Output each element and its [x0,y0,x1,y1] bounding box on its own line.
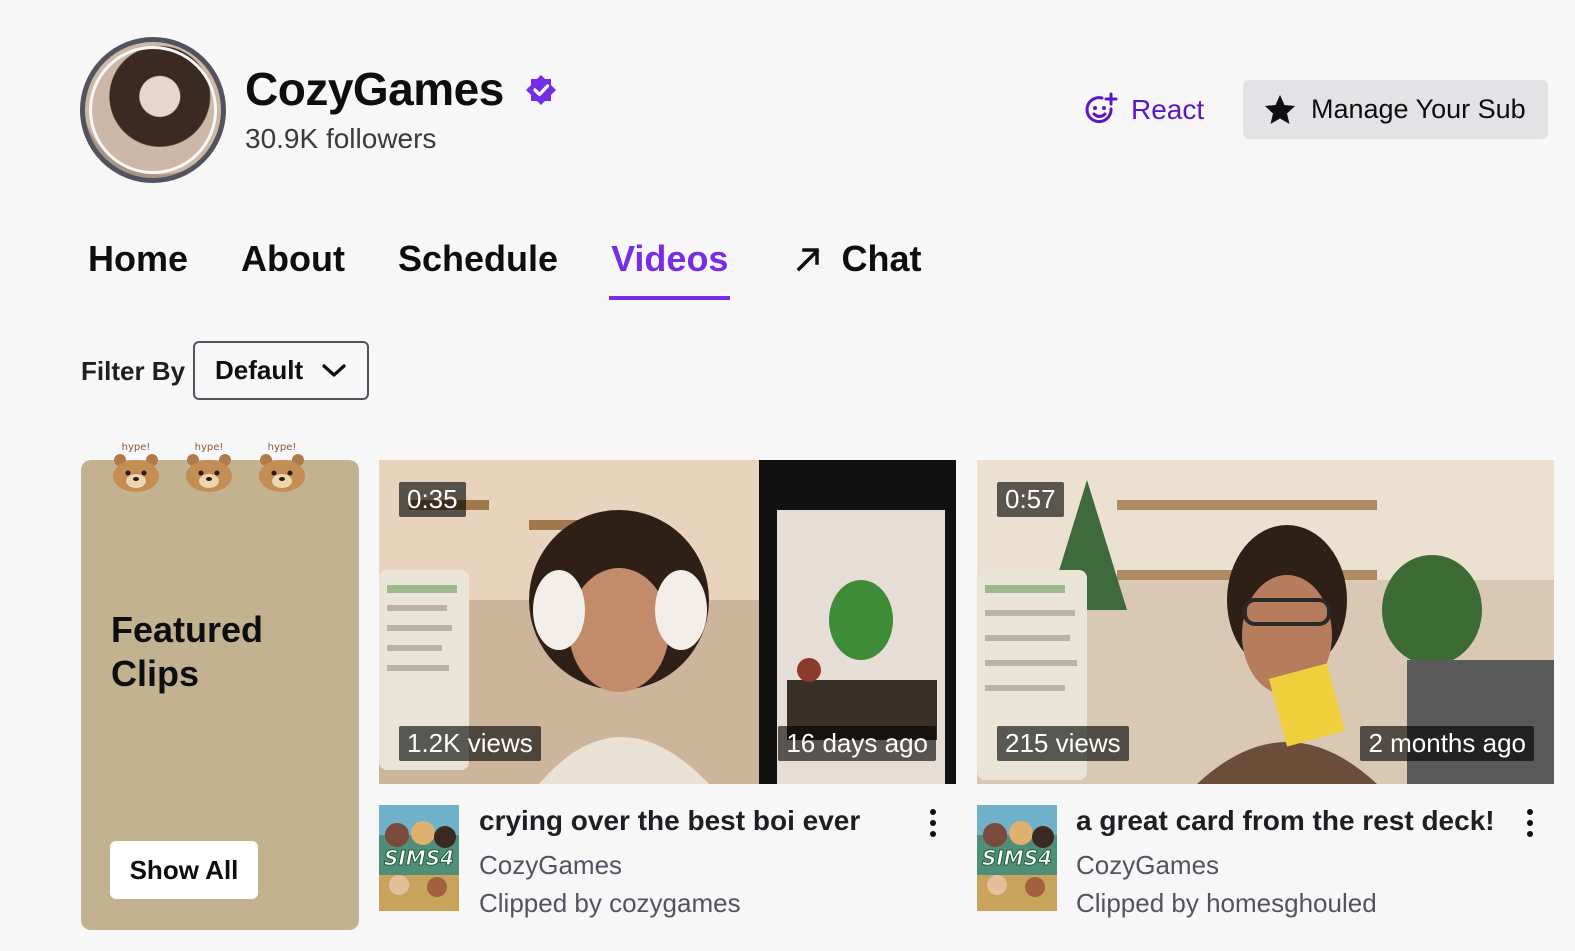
tab-schedule[interactable]: Schedule [398,238,558,280]
clip-views: 215 views [997,726,1129,761]
svg-text:hype!: hype! [195,442,224,453]
svg-text:hype!: hype! [122,442,151,453]
show-all-button[interactable]: Show All [110,841,258,899]
clip-thumbnail[interactable]: 0:35 1.2K views 16 days ago [379,460,956,784]
channel-name[interactable]: CozyGames [245,62,504,116]
channel-avatar[interactable] [80,37,226,183]
filter-dropdown[interactable]: Default [193,341,369,400]
follower-count: 30.9K followers [245,123,437,154]
game-box-art[interactable]: SIMS4 [379,805,459,911]
svg-text:SIMS4: SIMS4 [384,846,454,870]
clip-duration: 0:35 [399,482,466,517]
clip-duration: 0:57 [997,482,1064,517]
clip-age: 16 days ago [778,726,936,761]
hype-bear-icon: hype! [186,442,232,492]
react-button[interactable]: React [1083,85,1204,135]
featured-clips-title: Featured Clips [111,609,264,694]
tab-videos[interactable]: Videos [609,238,731,300]
more-options-icon[interactable] [1522,806,1538,840]
verified-badge-icon [526,75,556,105]
hype-bear-icon: hype! [259,442,305,492]
clip-clipped-by: Clipped by homesghouled [1076,888,1377,918]
filter-value: Default [215,355,304,385]
clip-clipped-by: Clipped by cozygames [479,888,741,918]
manage-sub-label: Manage Your Sub [1311,94,1526,124]
clip-views: 1.2K views [399,726,541,761]
tab-home[interactable]: Home [88,238,188,280]
clip-age: 2 months ago [1360,726,1534,761]
hype-bear-icon: hype! [113,442,159,492]
game-box-art[interactable]: SIMS4 [977,805,1057,911]
svg-text:SIMS4: SIMS4 [982,846,1052,870]
star-icon [1265,94,1295,124]
filter-label: Filter By [81,356,186,386]
channel-tabs: Home About Schedule Videos Chat [88,238,974,300]
chevron-down-icon [322,363,346,377]
svg-text:hype!: hype! [268,442,297,453]
external-arrow-icon [796,248,820,272]
clip-channel-link[interactable]: CozyGames [479,850,622,881]
featured-clips-card: Featured Clips Show All [81,460,359,930]
tab-chat-label: Chat [841,238,922,279]
tab-about[interactable]: About [241,238,345,280]
clip-thumbnail[interactable]: 0:57 215 views 2 months ago [977,460,1554,784]
tab-chat[interactable]: Chat [793,238,921,280]
react-label: React [1131,94,1205,125]
clip-channel-link[interactable]: CozyGames [1076,850,1219,881]
smiley-plus-icon [1085,92,1118,124]
clip-title[interactable]: crying over the best boi ever [479,805,860,837]
more-options-icon[interactable] [925,806,941,840]
manage-sub-button[interactable]: Manage Your Sub [1243,80,1548,139]
clip-title[interactable]: a great card from the rest deck! [1076,805,1495,837]
